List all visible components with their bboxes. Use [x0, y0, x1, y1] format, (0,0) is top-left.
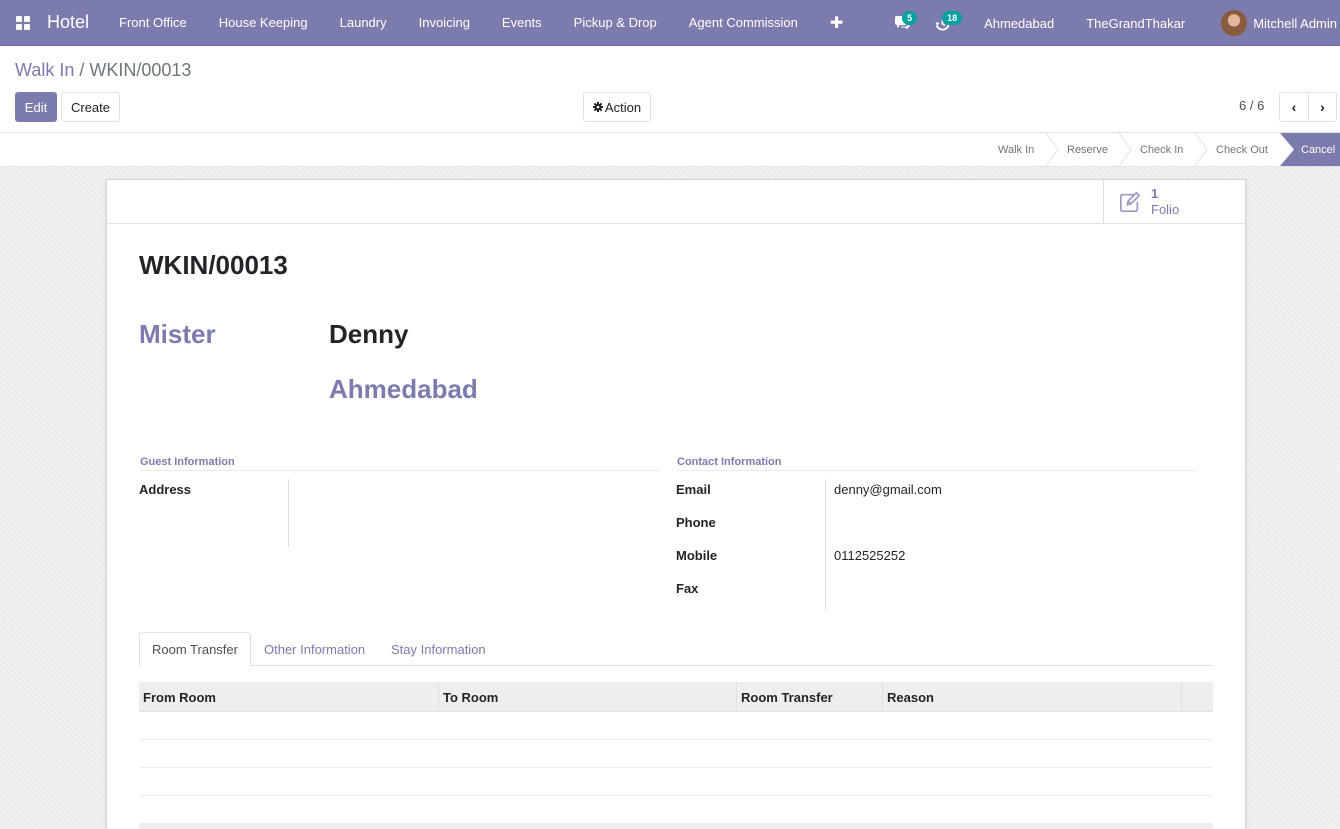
menu-pickup-drop[interactable]: Pickup & Drop: [558, 0, 673, 46]
top-navbar: Hotel Front Office House Keeping Laundry…: [0, 0, 1340, 46]
user-menu[interactable]: Mitchell Admin: [1201, 10, 1340, 36]
more-menu-plus-icon[interactable]: ✚: [814, 0, 859, 46]
table-header: From Room To Room Room Transfer Reason: [139, 682, 1213, 712]
smart-button-box: 1 Folio: [107, 180, 1245, 224]
breadcrumb-separator: /: [79, 60, 85, 80]
app-name[interactable]: Hotel: [46, 12, 89, 33]
table-row: [139, 712, 1213, 740]
guest-title-field: Mister: [139, 319, 216, 349]
menu-front-office[interactable]: Front Office: [103, 0, 203, 46]
breadcrumb-current: WKIN/00013: [89, 60, 192, 80]
folio-count: 1: [1151, 185, 1159, 201]
phone-label: Phone: [676, 515, 716, 530]
group-separator: [140, 470, 660, 471]
chevron-right-icon: ›: [1320, 99, 1325, 115]
column-room-transfer[interactable]: Room Transfer: [737, 682, 883, 712]
column-from-room[interactable]: From Room: [139, 682, 439, 712]
email-value[interactable]: denny@gmail.com: [834, 482, 942, 497]
mobile-label: Mobile: [676, 548, 718, 563]
tab-room-transfer[interactable]: Room Transfer: [139, 632, 251, 667]
stage-reserve[interactable]: Reserve: [1067, 133, 1108, 166]
action-dropdown-button[interactable]: Action: [583, 92, 651, 122]
breadcrumb-walk-in-link[interactable]: Walk In: [15, 60, 74, 81]
notebook-tabs: Room Transfer Other Information Stay Inf…: [139, 632, 1213, 667]
table-row: [139, 740, 1213, 768]
menu-house-keeping[interactable]: House Keeping: [203, 0, 324, 46]
edit-icon: [1120, 191, 1141, 212]
messages-button[interactable]: 5: [882, 0, 922, 46]
menu-agent-commission[interactable]: Agent Commission: [673, 0, 814, 46]
menu-invoicing[interactable]: Invoicing: [403, 0, 486, 46]
status-bar: Walk In Reserve Check In Check Out Cance…: [0, 132, 1340, 167]
contact-information-title: Contact Information: [677, 456, 782, 468]
email-label: Email: [676, 482, 711, 497]
guest-name-field: Denny: [329, 319, 409, 349]
table-row: [139, 768, 1213, 796]
folio-label: Folio: [1151, 201, 1180, 217]
create-button[interactable]: Create: [61, 92, 120, 122]
form-sheet: 1 Folio WKIN/00013 Mister Denny Ahmedaba…: [106, 179, 1246, 829]
folio-smart-button[interactable]: 1 Folio: [1103, 180, 1245, 223]
stage-check-out[interactable]: Check Out: [1216, 133, 1268, 166]
field-divider: [825, 479, 826, 611]
tab-other-information[interactable]: Other Information: [252, 632, 377, 666]
edit-button[interactable]: Edit: [15, 92, 57, 122]
stage-cancel-active[interactable]: Cancel: [1280, 133, 1340, 166]
stage-divider-arrow: [1194, 133, 1208, 166]
fax-label: Fax: [676, 581, 699, 596]
company-switcher[interactable]: TheGrandThakar: [1070, 16, 1201, 31]
user-name: Mitchell Admin: [1253, 15, 1337, 31]
record-name: WKIN/00013: [139, 250, 288, 280]
tab-stay-information[interactable]: Stay Information: [379, 632, 498, 666]
city-field[interactable]: Ahmedabad: [329, 374, 478, 405]
table-row: [139, 796, 1213, 824]
activities-button[interactable]: 18: [922, 0, 963, 46]
column-to-room[interactable]: To Room: [439, 682, 737, 712]
field-divider: [288, 479, 289, 547]
pager-previous-button[interactable]: ‹: [1279, 92, 1309, 122]
menu-events[interactable]: Events: [486, 0, 558, 46]
column-reason[interactable]: Reason: [883, 682, 1182, 712]
activities-count-badge: 18: [942, 11, 963, 25]
guest-information-title: Guest Information: [140, 456, 235, 468]
location-switcher[interactable]: Ahmedabad: [968, 16, 1070, 31]
stage-divider-arrow: [1045, 133, 1059, 166]
stage-check-in[interactable]: Check In: [1140, 133, 1183, 166]
avatar: [1221, 10, 1248, 36]
action-label: Action: [604, 99, 642, 115]
pager-next-button[interactable]: ›: [1308, 92, 1337, 122]
menu-laundry[interactable]: Laundry: [324, 0, 403, 46]
group-separator: [677, 470, 1197, 471]
pager-value[interactable]: 6 / 6: [1239, 98, 1264, 113]
chevron-left-icon: ‹: [1291, 99, 1297, 115]
stage-divider-arrow: [1118, 133, 1132, 166]
address-label: Address: [139, 482, 192, 497]
mobile-value: 0112525252: [834, 548, 906, 563]
room-transfer-table: From Room To Room Room Transfer Reason: [139, 682, 1213, 829]
gear-icon: [592, 102, 603, 112]
table-footer: [139, 824, 1213, 829]
breadcrumb: Walk In / WKIN/00013: [15, 60, 191, 81]
stage-walk-in[interactable]: Walk In: [998, 133, 1034, 166]
messages-count-badge: 5: [902, 11, 918, 25]
apps-menu-icon[interactable]: [0, 0, 46, 46]
